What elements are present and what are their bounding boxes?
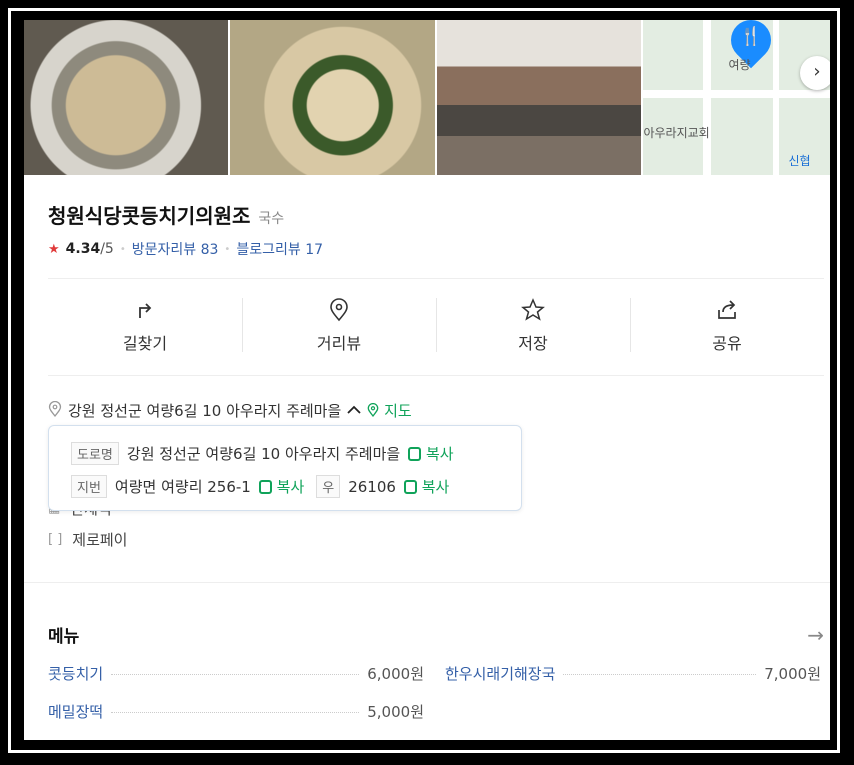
address-row: 강원 정선군 여량6길 10 아우라지 주례마을 지도 [48,400,412,421]
zeropay-row: [ ] 제로페이 [48,529,127,550]
action-bar: 길찾기 거리뷰 저장 공유 [48,298,824,354]
copy-icon [408,447,422,461]
photo-strip: 🍴 여량 아우라지교회 신협 › [24,20,830,175]
lot-address-tag: 지번 [71,475,107,498]
map-label-bank: 신협 [788,154,811,168]
photo-noodle-2[interactable] [230,20,435,175]
location-pin-icon [48,400,62,421]
green-pin-icon [367,403,379,418]
menu-item[interactable]: 한우시래기해장국 7,000원 [445,663,821,684]
divider [48,375,824,376]
chevron-up-icon[interactable] [347,403,361,419]
copy-icon [258,480,272,494]
road-address: 강원 정선군 여량6길 10 아우라지 주례마을 [126,445,401,463]
rating-row: ★ 4.34/5 • 방문자리뷰 83 • 블로그리뷰 17 [48,239,824,259]
road-address-row: 도로명 강원 정선군 여량6길 10 아우라지 주례마을 복사 [71,442,454,465]
photo-interior[interactable] [436,20,642,175]
streetview-pin-icon [242,298,436,326]
copy-postal-button[interactable]: 복사 [403,476,449,497]
copy-road-button[interactable]: 복사 [408,443,454,464]
star-icon [436,298,630,326]
blog-reviews-link[interactable]: 블로그리뷰 17 [236,239,323,259]
rating-star-icon: ★ [48,241,60,257]
scan-icon: [ ] [48,532,63,547]
mini-map[interactable]: 🍴 여량 아우라지교회 신협 › [643,20,830,175]
lot-address: 여량면 여량리 256-1 [114,478,251,496]
postal-tag: 우 [316,475,341,498]
chevron-right-icon[interactable]: › [799,56,830,90]
directions-button[interactable]: 길찾기 [48,298,242,354]
divider [24,582,830,583]
copy-lot-button[interactable]: 복사 [258,476,304,497]
address-popup: 도로명 강원 정선군 여량6길 10 아우라지 주례마을 복사 지번 여량면 여… [48,425,522,511]
menu-header: 메뉴 → [48,622,824,648]
share-icon [630,298,824,326]
separator-dot: • [224,243,231,255]
lot-address-row: 지번 여량면 여량리 256-1 복사 우 26106 복사 [71,475,449,498]
map-label-yeoryang: 여량 [728,58,751,72]
place-name: 청원식당콧등치기의원조 [48,204,251,228]
save-button[interactable]: 저장 [436,298,630,354]
photo-noodle-1[interactable] [24,20,229,175]
address-text: 강원 정선군 여량6길 10 아우라지 주례마을 [68,402,342,420]
menu-title: 메뉴 [48,627,80,647]
fork-knife-icon: 🍴 [739,26,762,47]
place-header: 청원식당콧등치기의원조 국수 ★ 4.34/5 • 방문자리뷰 83 • 블로그… [48,200,824,259]
rating-score: 4.34 [65,241,101,257]
road-address-tag: 도로명 [71,442,119,465]
divider [48,278,824,279]
copy-icon [403,480,417,494]
visitor-reviews-link[interactable]: 방문자리뷰 83 [132,239,219,259]
place-panel: 🍴 여량 아우라지교회 신협 › 청원식당콧등치기의원조 국수 ★ 4.34/5… [24,20,830,740]
map-label-church: 아우라지교회 [643,126,710,140]
streetview-button[interactable]: 거리뷰 [242,298,436,354]
rating-suffix: /5 [100,241,114,257]
arrow-right-icon[interactable]: → [807,623,824,647]
menu-item[interactable]: 콧등치기 6,000원 [48,663,424,684]
postal-code: 26106 [348,477,396,496]
directions-icon [48,298,242,326]
menu-item[interactable]: 메밀장떡 5,000원 [48,701,424,722]
place-category: 국수 [258,211,285,227]
zeropay-label: 제로페이 [72,531,128,549]
share-button[interactable]: 공유 [630,298,824,354]
map-link[interactable]: 지도 [367,400,412,421]
separator-dot: • [119,243,126,255]
